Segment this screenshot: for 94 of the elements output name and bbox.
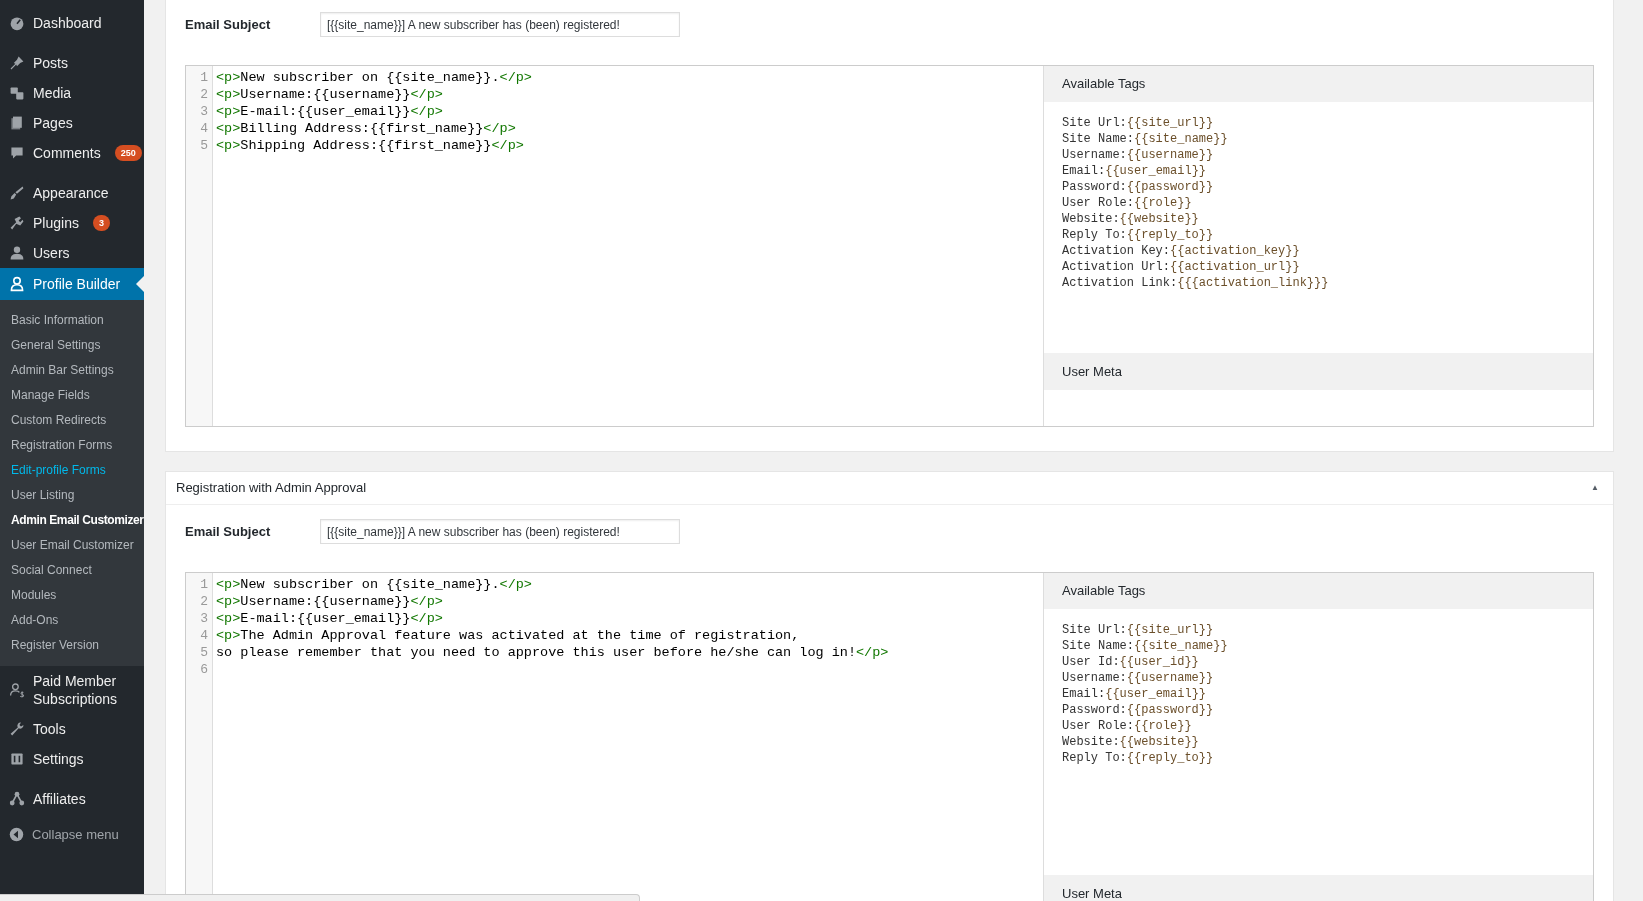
submenu-item[interactable]: Admin Email Customizer [0,508,144,533]
pushpin-icon [9,55,25,71]
sidebar-item[interactable]: Tools [0,714,144,744]
field-label: Email Subject [185,15,272,34]
tag-entry[interactable]: Activation Key:{{activation_key}} [1062,243,1575,259]
sidebar-item[interactable]: Profile Builder [0,268,144,300]
submenu-item[interactable]: Manage Fields [0,383,144,408]
tag-entry[interactable]: Password:{{password}} [1062,179,1575,195]
code-line: <p>The Admin Approval feature was activated at the time of registration, [216,627,801,644]
line-number: 5 [200,644,208,661]
code-line: <p>Username:{{username}}</p> [216,86,444,103]
count-badge: 250 [114,145,142,161]
dashboard-icon [9,15,25,31]
submenu-item[interactable]: Admin Bar Settings [0,358,144,383]
line-number: 2 [200,593,208,610]
tag-entry[interactable]: Username:{{username}} [1062,147,1575,163]
line-number: 2 [200,86,208,103]
tags-panel-header: Available Tags [1044,573,1593,609]
submenu-item[interactable]: Add-Ons [0,608,144,633]
submenu-item[interactable]: Modules [0,583,144,608]
line-number: 4 [200,120,208,137]
code-line: so please remember that you need to approve this user before he/she can log in!</p> [216,644,889,661]
submenu-item[interactable]: Social Connect [0,558,144,583]
code-line: <p>Shipping Address:{{first_name}}</p> [216,137,525,154]
current-pointer-icon [136,276,144,292]
tag-entry[interactable]: User Role:{{role}} [1062,195,1575,211]
sliders-icon [9,751,25,767]
submenu-item[interactable]: Basic Information [0,308,144,333]
sidebar-item[interactable]: Dashboard [0,8,144,38]
code-line: <p>New subscriber on {{site_name}}.</p> [216,576,533,593]
tag-entry[interactable]: Password:{{password}} [1062,702,1575,718]
wrench-icon [9,721,25,737]
tag-entry[interactable]: Reply To:{{reply_to}} [1062,227,1575,243]
tag-entry[interactable]: Site Url:{{site_url}} [1062,115,1575,131]
collapse-toggle[interactable]: ▲ [1591,482,1603,494]
sidebar-item[interactable]: Posts [0,48,144,78]
tag-entry[interactable]: User Id:{{user_id}} [1062,654,1575,670]
tag-entry[interactable]: Activation Url:{{activation_url}} [1062,259,1575,275]
email-subject-field[interactable]: [{{site_name}}] A new subscriber has (been) registered! [320,12,680,37]
tags-panel-header: User Meta [1044,353,1593,390]
tag-entry[interactable]: Username:{{username}} [1062,670,1575,686]
line-number: 5 [200,137,208,154]
submenu-item[interactable]: User Listing [0,483,144,508]
submenu-item[interactable]: Registration Forms [0,433,144,458]
tag-entry[interactable]: Email:{{user_email}} [1062,686,1575,702]
line-number: 1 [200,576,208,593]
tag-entry[interactable]: Activation Link:{{{activation_link}}} [1062,275,1575,291]
field-label: Email Subject [185,522,272,541]
code-line: <p>E-mail:{{user_email}}</p> [216,610,444,627]
tag-entry[interactable]: Site Url:{{site_url}} [1062,622,1575,638]
user-dollar-icon [9,682,25,698]
line-number: 3 [200,610,208,627]
line-number: 6 [200,661,208,678]
tag-entry[interactable]: Site Name:{{site_name}} [1062,131,1575,147]
tags-panel-header: Available Tags [1044,66,1593,102]
sidebar-item[interactable]: Settings [0,744,144,774]
line-number: 1 [200,69,208,86]
tag-entry[interactable]: Website:{{website}} [1062,211,1575,227]
sidebar-item[interactable]: Plugins 3 [0,208,144,238]
tag-entry[interactable]: Website:{{website}} [1062,734,1575,750]
sidebar-item[interactable]: Media [0,78,144,108]
submenu-item[interactable]: Edit-profile Forms [0,458,144,483]
tag-entry[interactable]: Email:{{user_email}} [1062,163,1575,179]
sidebar-item[interactable]: Comments 250 [0,138,144,168]
submenu-item[interactable]: Register Version [0,633,144,658]
paintbrush-icon [9,185,25,201]
submenu-item[interactable]: General Settings [0,333,144,358]
code-line: <p>Username:{{username}}</p> [216,593,444,610]
email-subject-field[interactable]: [{{site_name}}] A new subscriber has (been) registered! [320,519,680,544]
count-badge: 3 [92,215,110,231]
user-icon [9,245,25,261]
code-line: <p>New subscriber on {{site_name}}.</p> [216,69,532,86]
line-number: 4 [200,627,208,644]
code-line: <p>Billing Address:{{first_name}}</p> [216,120,517,137]
tag-entry[interactable]: User Role:{{role}} [1062,718,1575,734]
speech-bubble-icon [9,145,25,161]
submenu-item[interactable]: Custom Redirects [0,408,144,433]
user-outline-icon [9,276,25,292]
pages-icon [9,115,25,131]
tag-entry[interactable]: Reply To:{{reply_to}} [1062,750,1575,766]
tag-entry[interactable]: Site Name:{{site_name}} [1062,638,1575,654]
panel-title: Registration with Admin Approval [176,479,367,498]
submenu-item[interactable]: User Email Customizer [0,533,144,558]
sidebar-item[interactable]: Affiliates [0,784,144,814]
media-icon [9,85,25,101]
collapse-menu-button[interactable]: Collapse menu [0,818,144,852]
sidebar-item[interactable]: Users [0,238,144,268]
sidebar-item[interactable]: Paid Member Subscriptions [0,666,144,714]
code-line: <p>E-mail:{{user_email}}</p> [216,103,444,120]
tags-panel-header: User Meta [1044,875,1593,901]
sidebar-item[interactable]: Pages [0,108,144,138]
sidebar-item[interactable]: Appearance [0,178,144,208]
line-number: 3 [200,103,208,120]
network-icon [9,791,25,807]
